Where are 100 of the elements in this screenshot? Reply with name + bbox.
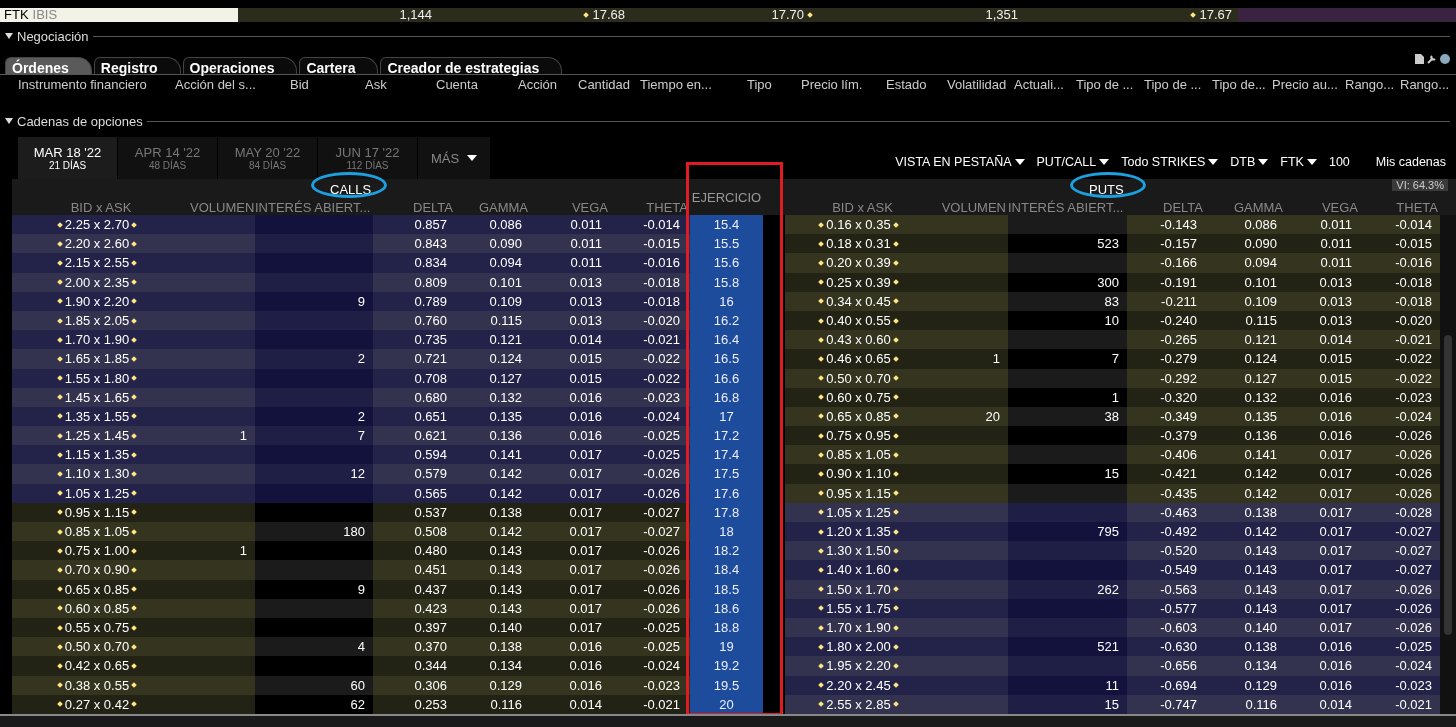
dropdown[interactable]: DTB (1230, 155, 1269, 169)
column-header[interactable]: Rango... (1400, 76, 1450, 92)
table-cell-text: 0.708 (413, 369, 448, 388)
table-cell-text: 0.017 (1318, 618, 1353, 637)
expiry-tab[interactable]: JUN 17 '22 112 DÍAS (318, 137, 418, 179)
column-header[interactable]: THETA (610, 200, 690, 215)
column-header[interactable]: Tipo de... (1212, 76, 1272, 92)
table-cell-text: -0.349 (1159, 407, 1198, 426)
table-cell-text: -0.240 (1159, 311, 1198, 330)
quote-text: 0.50 x 0.70 (64, 638, 130, 657)
table-cell-text: 0.115 (489, 311, 523, 330)
caret-icon (467, 155, 478, 161)
help-icon[interactable] (1440, 54, 1450, 64)
table-cell-text: 0.094 (1243, 254, 1278, 273)
column-header[interactable]: THETA (1360, 200, 1440, 215)
dropdown[interactable]: PUT/CALL (1036, 155, 1110, 169)
column-header[interactable]: Volatilidad (947, 76, 1014, 92)
quote-text: 0.85 x 1.05 (64, 523, 130, 541)
dropdown[interactable]: FTK (1280, 155, 1317, 169)
tab[interactable]: Registro (93, 57, 181, 74)
strike-cell: 17.4 (690, 445, 763, 465)
table-cell-text: 0.140 (488, 618, 523, 637)
wrench-icon[interactable] (1427, 54, 1437, 64)
quote-text: 1.65 x 1.85 (64, 350, 130, 369)
column-header[interactable]: GAMMA (455, 200, 530, 215)
column-header[interactable]: Acción del s... (175, 76, 290, 92)
column-header[interactable]: Cuenta (436, 76, 518, 92)
table-cell-text: 0.135 (1243, 407, 1278, 426)
column-header[interactable]: Tipo de ... (1144, 76, 1212, 92)
column-header[interactable]: Bid (290, 76, 365, 92)
column-header[interactable]: DELTA (1127, 200, 1205, 215)
tab[interactable]: Órdenes (5, 57, 92, 74)
table-cell-text: 0.017 (1318, 446, 1353, 465)
column-header[interactable]: Cantidad (578, 76, 640, 92)
table-cell-text: 0.116 (489, 695, 523, 714)
tab[interactable]: Cartera (299, 57, 379, 74)
toolbar-item[interactable]: Mis cadenas (1375, 155, 1446, 169)
tab[interactable]: Operaciones (182, 57, 298, 74)
table-cell-text: -0.421 (1159, 465, 1198, 484)
table-cell-text: 0.142 (1243, 465, 1278, 484)
table-cell-text: -0.406 (1159, 446, 1198, 465)
table-cell-text: -0.563 (1159, 580, 1198, 599)
column-header[interactable]: Estado (886, 76, 947, 92)
column-header[interactable]: DELTA (373, 200, 455, 215)
expiry-tab[interactable]: MAR 18 '22 21 DÍAS (18, 137, 118, 179)
column-header[interactable]: BID x ASK (12, 200, 190, 215)
more-button[interactable]: MÁS (418, 137, 490, 179)
section-title: Cadenas de opciones (17, 113, 143, 129)
column-header[interactable]: Tiempo en... (640, 76, 747, 92)
column-header[interactable]: VEGA (530, 200, 610, 215)
collapse-icon[interactable] (5, 33, 13, 39)
table-cell-text: 0.017 (1318, 580, 1353, 599)
column-header[interactable]: Rango... (1345, 76, 1400, 92)
column-header[interactable]: Precio lím. (801, 76, 886, 92)
document-icon[interactable] (1415, 54, 1424, 64)
quote-text: 0.95 x 1.15 (64, 503, 130, 522)
scrollbar[interactable] (1440, 215, 1456, 714)
column-header[interactable]: Tipo de ... (1076, 76, 1144, 92)
column-header[interactable]: VOLUMEN (940, 200, 1008, 215)
column-header[interactable]: Ask (365, 76, 436, 92)
table-cell-text: 0.480 (413, 542, 448, 561)
column-header[interactable]: Instrumento financiero (18, 76, 175, 92)
column-header[interactable]: Acción (518, 76, 578, 92)
puts-title: PUTS (1089, 182, 1124, 197)
column-header[interactable]: Precio au... (1272, 76, 1345, 92)
table-cell: 9 (255, 291, 373, 311)
tab[interactable]: Creador de estrategias (380, 57, 563, 74)
expiry-tab[interactable]: APR 14 '22 48 DÍAS (118, 137, 218, 179)
column-header[interactable]: INTERÉS ABIERT... (255, 200, 373, 215)
table-cell-text: 0.013 (1318, 292, 1353, 311)
quote-text: 1.30 x 1.50 (826, 542, 891, 561)
table-cell-text: 0.721 (413, 350, 448, 369)
toolbar-item[interactable]: 100 (1328, 155, 1350, 169)
collapse-icon[interactable] (5, 118, 13, 124)
quote-text: 0.42 x 0.65 (64, 657, 130, 676)
table-cell-text: -0.191 (1159, 273, 1198, 292)
column-header[interactable]: Actuali... (1014, 76, 1076, 92)
column-header[interactable]: GAMMA (1205, 200, 1285, 215)
table-cell-text: -0.463 (1159, 503, 1198, 522)
table-cell-text: 0.370 (413, 638, 448, 657)
dropdown[interactable]: Todo STRIKES (1121, 155, 1219, 169)
dropdown[interactable]: VISTA EN PESTAÑA (895, 155, 1025, 169)
quote-text: 0.65 x 0.85 (64, 580, 130, 599)
expiry-tab[interactable]: MAY 20 '22 84 DÍAS (218, 137, 318, 179)
table-cell: 7 (255, 426, 373, 446)
table-cell-text: 0.011 (569, 254, 603, 273)
table-cell-text: 0.017 (568, 446, 603, 465)
column-header[interactable]: INTERÉS ABIERT... (1008, 200, 1127, 215)
table-cell-text: 0.017 (568, 503, 603, 522)
bid-price: 17.68 (592, 8, 625, 22)
scrollbar-thumb[interactable] (1444, 335, 1452, 635)
table-cell-text: 0.437 (413, 580, 448, 599)
table-cell-text: 0.015 (1318, 350, 1353, 369)
table-cell-text: 0.680 (413, 388, 448, 407)
column-header[interactable]: VEGA (1285, 200, 1360, 215)
column-header[interactable]: Tipo (747, 76, 801, 92)
column-header[interactable]: VOLUMEN (190, 200, 255, 215)
table-cell-text: 0.834 (413, 254, 448, 273)
table-cell-text: 0.017 (568, 523, 603, 541)
column-header[interactable]: BID x ASK (785, 200, 940, 215)
